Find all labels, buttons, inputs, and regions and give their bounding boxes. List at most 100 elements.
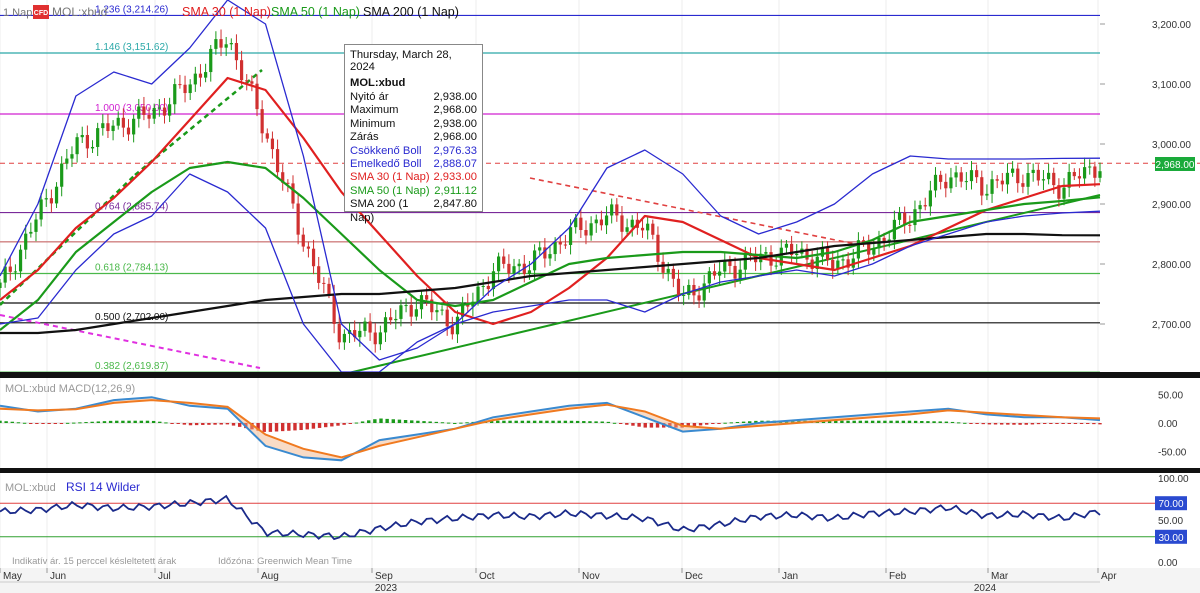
candle-body — [1016, 168, 1020, 184]
macd-histogram-bar — [1012, 423, 1016, 425]
legend-sma30[interactable]: SMA 30 (1 Nap) — [182, 5, 271, 19]
candle-body — [995, 179, 999, 181]
macd-histogram-bar — [133, 420, 137, 423]
macd-histogram-bar — [1018, 423, 1022, 425]
candle-body — [75, 137, 79, 155]
macd-histogram-bar — [631, 423, 635, 426]
macd-histogram-bar — [1024, 423, 1028, 425]
candle-body — [481, 285, 485, 287]
candle-body — [954, 172, 958, 178]
macd-histogram-bar — [575, 420, 580, 423]
candle-body — [563, 244, 568, 246]
macd-histogram-bar — [956, 422, 961, 424]
macd-histogram-bar — [102, 421, 107, 423]
delay-note: Indikatív ár. 15 perccel késleltetett ár… — [12, 556, 176, 567]
month-label: Dec — [685, 571, 703, 582]
macd-histogram-bar — [323, 423, 328, 428]
candle-body — [296, 203, 300, 235]
macd-histogram-bar — [975, 423, 979, 424]
macd-histogram-bar — [237, 423, 242, 427]
macd-histogram-bar — [422, 421, 426, 423]
year-label: 2023 — [375, 583, 398, 593]
macd-histogram-bar — [231, 423, 236, 426]
macd-tick-label: 50.00 — [1158, 390, 1183, 401]
candle-body — [425, 295, 429, 300]
rsi-level-value: 70.00 — [1158, 499, 1183, 510]
candle-body — [476, 286, 480, 302]
candle-body — [702, 283, 706, 301]
macd-histogram-bar — [305, 423, 309, 430]
candle-body — [373, 332, 377, 345]
candle-body — [445, 309, 449, 327]
macd-histogram-bar — [219, 423, 223, 425]
macd-label: MOL:xbud MACD(12,26,9) — [5, 383, 135, 395]
tooltip-row: SMA 30 (1 Nap) 2,933.00 — [350, 171, 477, 184]
macd-histogram-bar — [1098, 423, 1102, 425]
macd-histogram-bar — [588, 421, 592, 423]
candle-body — [651, 223, 655, 235]
candle-body — [718, 271, 722, 276]
candle-body — [337, 323, 341, 343]
candle-body — [306, 246, 311, 249]
macd-histogram-bar — [963, 422, 967, 424]
macd-histogram-bar — [852, 420, 856, 423]
candle-body — [275, 149, 280, 173]
candle-body — [980, 177, 984, 196]
candle-body — [486, 285, 490, 290]
macd-histogram-bar — [170, 423, 174, 424]
candle-body — [538, 247, 542, 251]
macd-histogram-bar — [354, 422, 359, 424]
header-legend: 1 Nap CFD MOL:xbud SMA 30 (1 Nap) SMA 50… — [3, 5, 459, 19]
candle-body — [260, 109, 264, 134]
macd-histogram-bar — [65, 422, 70, 424]
legend-sma50[interactable]: SMA 50 (1 Nap) — [271, 5, 360, 19]
candle-body — [60, 163, 64, 187]
candle-body — [872, 248, 876, 255]
candle-body — [234, 43, 239, 61]
candle-body — [496, 256, 501, 272]
macd-histogram-bar — [698, 423, 703, 426]
macd-histogram-bar — [72, 422, 76, 424]
candle-body — [229, 43, 233, 45]
candle-body — [558, 241, 562, 245]
rsi-tick-label: 0.00 — [1158, 558, 1178, 569]
candle-body — [512, 266, 516, 274]
tooltip-row-value: 2,968.00 — [433, 131, 477, 144]
macd-histogram-bar — [532, 420, 537, 423]
candle-body — [80, 134, 84, 138]
candle-body — [450, 326, 454, 335]
candle-body — [65, 158, 69, 164]
candle-body — [620, 215, 624, 232]
macd-histogram-bar — [434, 421, 439, 423]
tooltip-row: Minimum 2,938.00 — [350, 118, 477, 131]
tooltip-row-value: 2,888.07 — [433, 158, 477, 171]
macd-histogram-bar — [913, 420, 918, 423]
year-label: 2024 — [974, 583, 997, 593]
macd-histogram-bar — [926, 421, 930, 423]
price-chart[interactable]: 1.236 (3,214.26)1.146 (3,151.62)1.000 (3… — [0, 0, 1200, 593]
macd-histogram-bar — [90, 421, 94, 423]
macd-histogram-bar — [600, 421, 604, 423]
macd-histogram-bar — [287, 423, 291, 431]
macd-histogram-bar — [373, 419, 377, 423]
candle-body — [784, 243, 789, 248]
macd-histogram-bar — [514, 420, 518, 423]
macd-histogram-bar — [207, 423, 211, 425]
macd-histogram-bar — [410, 420, 414, 423]
macd-histogram-bar — [225, 423, 230, 425]
candle-body — [764, 252, 768, 254]
legend-sma200[interactable]: SMA 200 (1 Nap) — [363, 5, 459, 19]
candle-body — [394, 318, 398, 321]
candle-body — [34, 219, 38, 232]
price-tick-label: 2,900.00 — [1152, 200, 1191, 211]
candle-body — [1082, 167, 1087, 179]
candle-body — [18, 249, 23, 272]
tooltip-symbol: MOL:xbud — [350, 77, 406, 89]
tooltip-row-label: SMA 30 (1 Nap) — [350, 171, 430, 184]
candle-body — [1026, 173, 1030, 187]
time-axis: May Jun Jul Aug Sep Oct Nov Dec Jan Feb Mar Apr 2023… — [0, 568, 1200, 593]
panel-separator-1 — [0, 372, 1200, 378]
macd-histogram-bar — [391, 419, 395, 423]
tooltip-date: Thursday, March 28, 2024 — [350, 49, 452, 73]
tooltip-row-value: 2,976.33 — [433, 144, 477, 157]
